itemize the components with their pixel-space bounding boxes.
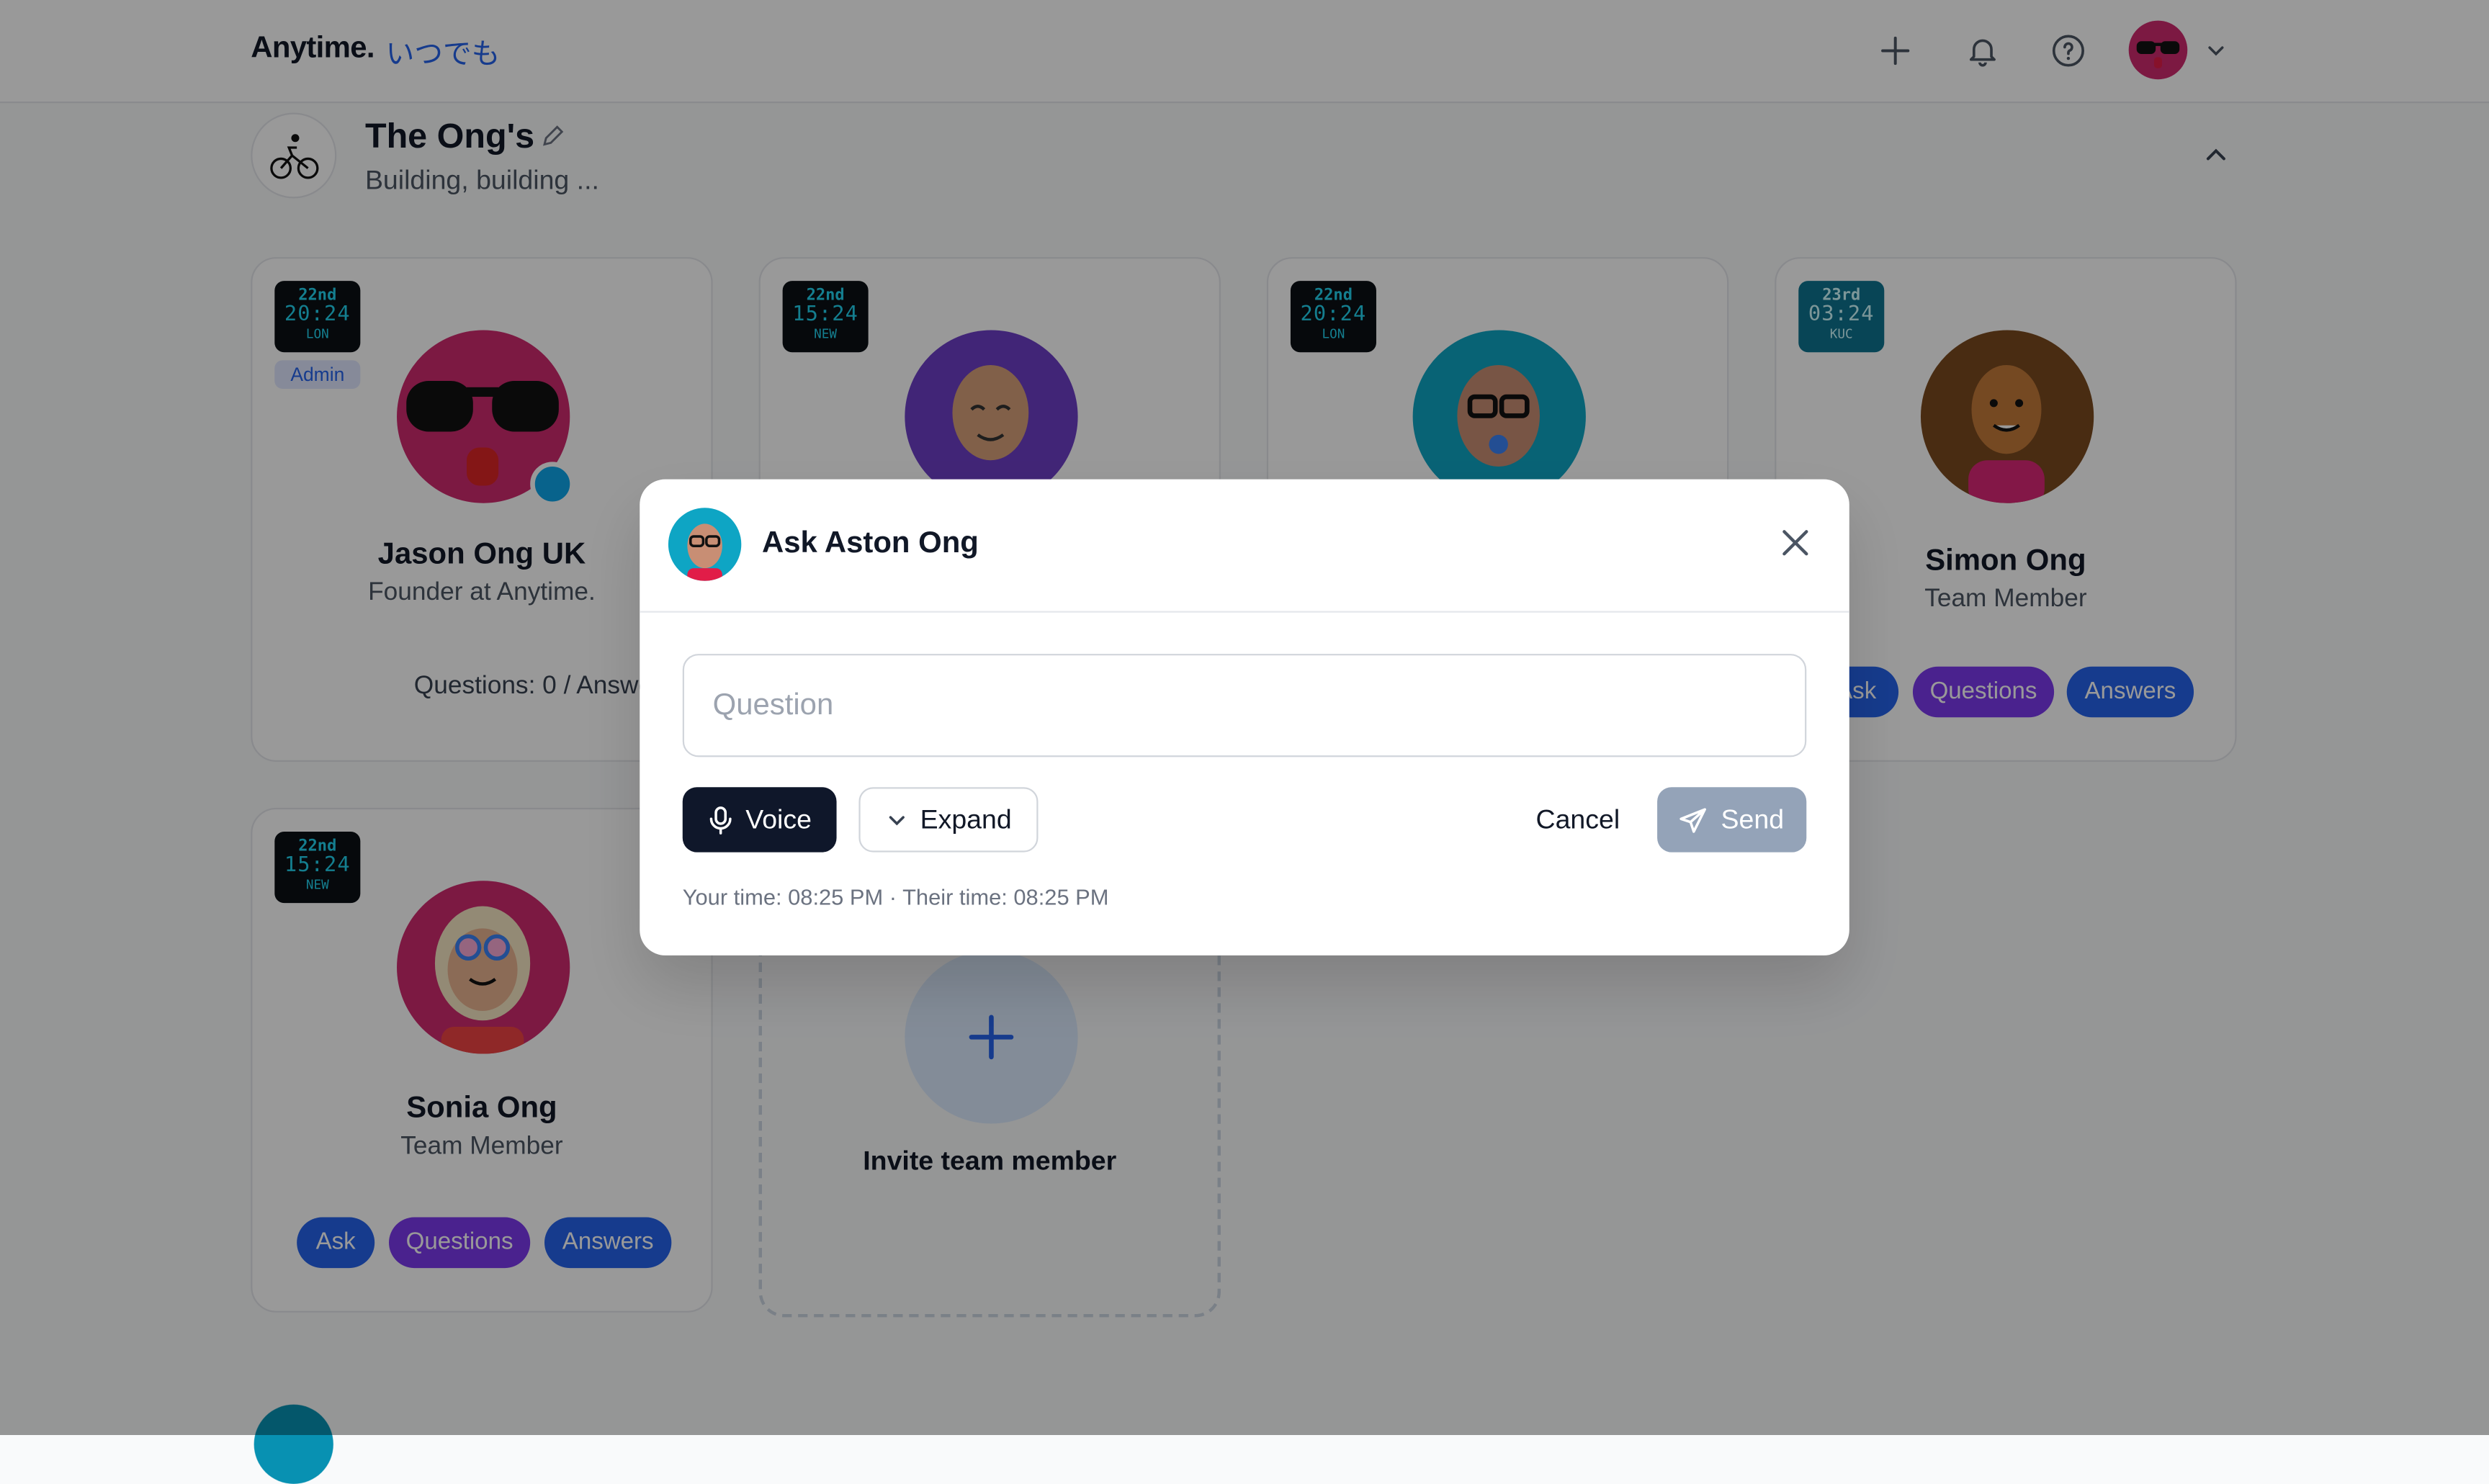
question-input[interactable]	[682, 654, 1807, 757]
voice-button[interactable]: Voice	[682, 787, 837, 853]
cancel-button[interactable]: Cancel	[1522, 787, 1633, 852]
app-root: Anytime. いつでも The Ong's Building, buildi…	[0, 0, 2489, 1484]
modal-title: Ask Aston Ong	[761, 526, 979, 561]
microphone-icon	[709, 806, 731, 834]
chevron-down-icon	[888, 815, 905, 825]
send-icon	[1679, 807, 1707, 832]
voice-label: Voice	[745, 804, 812, 835]
time-note: Your time: 08:25 PM · Their time: 08:25 …	[682, 883, 1109, 909]
recipient-avatar	[668, 508, 742, 581]
modal-header: Ask Aston Ong	[640, 480, 1849, 613]
send-label: Send	[1721, 804, 1785, 835]
send-button[interactable]: Send	[1657, 787, 1807, 853]
ask-modal: Ask Aston Ong Voice Expand Cancel Send Y…	[640, 479, 1849, 955]
close-icon[interactable]	[1776, 523, 1814, 562]
expand-label: Expand	[920, 804, 1012, 835]
expand-button[interactable]: Expand	[858, 787, 1039, 853]
